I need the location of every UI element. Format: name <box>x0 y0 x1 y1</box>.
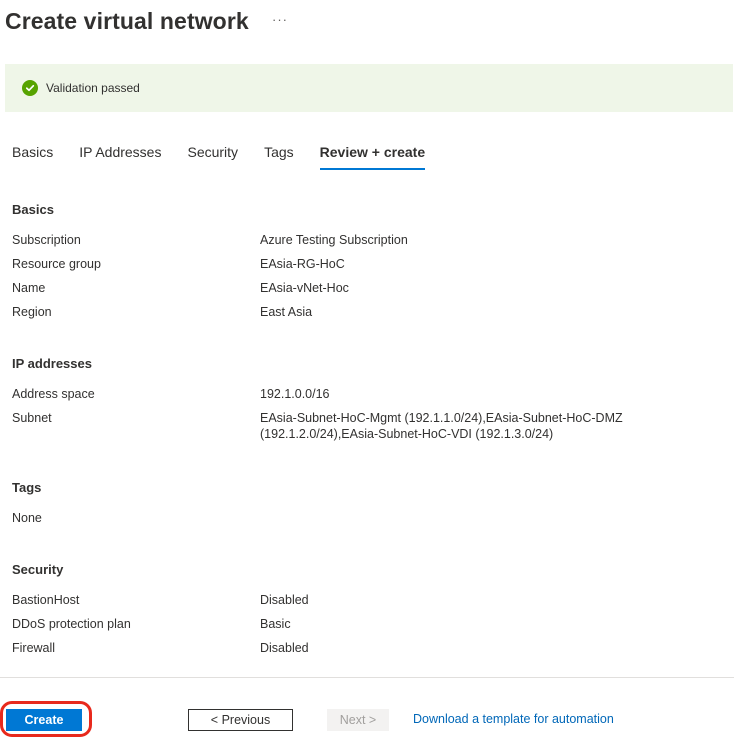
row-value: Basic <box>260 617 291 631</box>
previous-button[interactable]: < Previous <box>188 709 293 731</box>
summary-row: Subnet EAsia-Subnet-HoC-Mgmt (192.1.1.0/… <box>12 410 712 442</box>
section-title: IP addresses <box>12 356 92 371</box>
summary-row: Address space 192.1.0.0/16 <box>12 386 712 402</box>
download-template-link[interactable]: Download a template for automation <box>413 712 614 726</box>
validation-text: Validation passed <box>46 81 140 95</box>
row-label: Name <box>12 281 46 295</box>
summary-row: None <box>12 510 712 526</box>
section-title: Basics <box>12 202 54 217</box>
row-label: Subscription <box>12 233 81 247</box>
summary-row: Resource group EAsia-RG-HoC <box>12 256 712 272</box>
tab-ip-addresses[interactable]: IP Addresses <box>79 144 161 170</box>
tab-tags[interactable]: Tags <box>264 144 294 170</box>
row-value: Azure Testing Subscription <box>260 233 408 247</box>
summary-row: DDoS protection plan Basic <box>12 616 712 632</box>
row-value: Disabled <box>260 641 309 655</box>
footer-divider <box>0 677 734 678</box>
checkmark-icon <box>22 80 38 96</box>
security-section: Security BastionHost Disabled DDoS prote… <box>12 562 712 664</box>
row-value: Disabled <box>260 593 309 607</box>
more-options-icon[interactable]: ··· <box>272 12 288 27</box>
next-button: Next > <box>327 709 389 731</box>
row-label: Subnet <box>12 411 52 425</box>
create-button[interactable]: Create <box>6 709 82 731</box>
page-title: Create virtual network <box>5 8 249 34</box>
checkmark-icon-glyph <box>25 84 35 92</box>
row-label: Region <box>12 305 52 319</box>
validation-banner: Validation passed <box>5 64 733 112</box>
section-title: Tags <box>12 480 42 495</box>
row-value: EAsia-Subnet-HoC-Mgmt (192.1.1.0/24),EAs… <box>260 411 623 441</box>
summary-row: BastionHost Disabled <box>12 592 712 608</box>
row-label: Resource group <box>12 257 101 271</box>
summary-row: Firewall Disabled <box>12 640 712 656</box>
section-title: Security <box>12 562 64 577</box>
tags-section: Tags None <box>12 480 712 534</box>
summary-row: Subscription Azure Testing Subscription <box>12 232 712 248</box>
row-value: East Asia <box>260 305 313 319</box>
row-label: DDoS protection plan <box>12 617 131 631</box>
row-label: BastionHost <box>12 593 80 607</box>
row-label: Firewall <box>12 641 56 655</box>
row-label: Address space <box>12 387 95 401</box>
row-value: EAsia-RG-HoC <box>260 257 345 271</box>
tab-basics[interactable]: Basics <box>12 144 53 170</box>
summary-row: Name EAsia-vNet-Hoc <box>12 280 712 296</box>
row-label: None <box>12 511 42 525</box>
row-value: EAsia-vNet-Hoc <box>260 281 349 295</box>
ip-addresses-section: IP addresses Address space 192.1.0.0/16 … <box>12 356 712 450</box>
tab-review-create[interactable]: Review + create <box>319 144 426 170</box>
summary-row: Region East Asia <box>12 304 712 320</box>
tab-security[interactable]: Security <box>187 144 238 170</box>
basics-section: Basics Subscription Azure Testing Subscr… <box>12 202 712 328</box>
tab-bar: Basics IP Addresses Security Tags Review… <box>12 144 451 170</box>
row-value: 192.1.0.0/16 <box>260 387 330 401</box>
